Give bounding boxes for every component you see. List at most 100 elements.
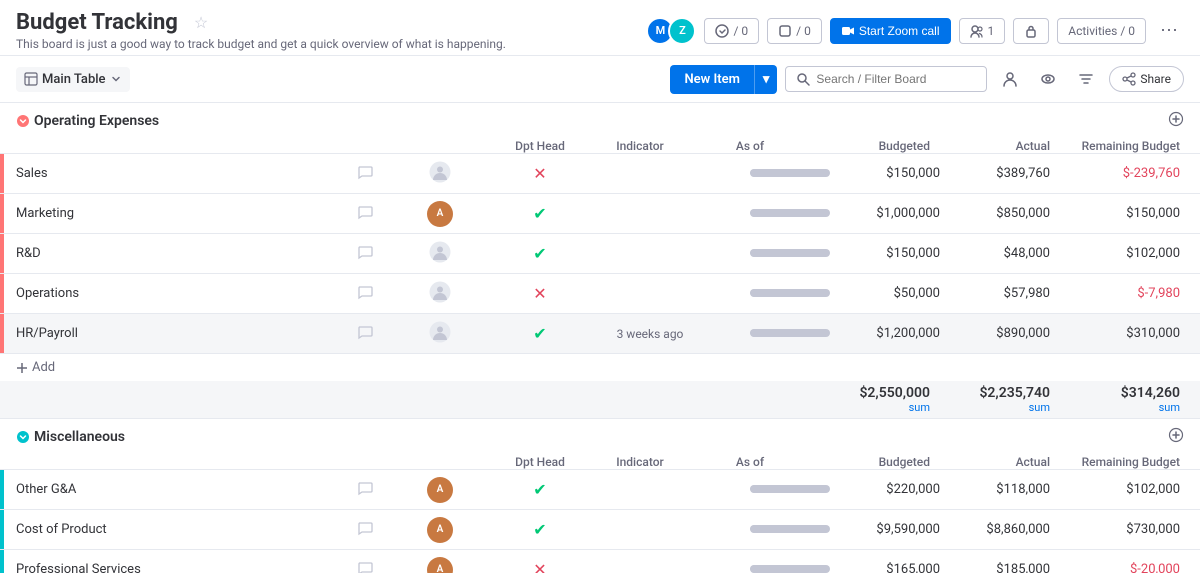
new-item-label: New Item bbox=[670, 65, 753, 94]
row-remaining-marketing: $150,000 bbox=[1070, 206, 1200, 221]
sum-remaining-operating: $314,260 sum bbox=[1070, 385, 1200, 414]
row-budgeted-val-hrpayroll: $1,200,000 bbox=[850, 326, 950, 341]
col-remaining-header-misc: Remaining Budget bbox=[1070, 455, 1200, 469]
add-row-operating[interactable]: Add bbox=[0, 354, 1200, 381]
counter-btn-2[interactable]: / 0 bbox=[767, 18, 822, 44]
zoom-btn-label: Start Zoom call bbox=[859, 24, 940, 38]
table-row: Sales ✕ $150,000 $389,760 $-239,760 bbox=[0, 154, 1200, 194]
counter-btn-1[interactable]: / 0 bbox=[704, 18, 759, 44]
row-indicator-marketing: ✔ bbox=[490, 204, 590, 223]
row-actual-othergna: $118,000 bbox=[950, 482, 1070, 497]
lock-btn[interactable] bbox=[1013, 18, 1049, 44]
col-name-header-misc bbox=[0, 456, 440, 468]
row-budgeted-sales bbox=[710, 166, 850, 181]
row-comment-marketing[interactable] bbox=[340, 204, 390, 224]
row-asof-hrpayroll: 3 weeks ago bbox=[590, 327, 710, 341]
row-budgeted-operations bbox=[710, 286, 850, 301]
page-description: This board is just a good way to track b… bbox=[16, 37, 646, 51]
table-row: Other G&A A ✔ $220,000 $118,000 $102,000 bbox=[0, 470, 1200, 510]
activities-label: Activities / 0 bbox=[1068, 24, 1135, 38]
row-budgeted-val-marketing: $1,000,000 bbox=[850, 206, 950, 221]
col-actual-header-misc: Actual bbox=[950, 455, 1070, 469]
row-remaining-othergna: $102,000 bbox=[1070, 482, 1200, 497]
col-remaining-header: Remaining Budget bbox=[1070, 139, 1200, 153]
view-options-btn[interactable] bbox=[1033, 64, 1063, 94]
row-comment-hrpayroll[interactable] bbox=[340, 324, 390, 344]
avatar-group: M Z bbox=[646, 17, 696, 45]
row-budgeted-profservices bbox=[710, 562, 850, 573]
row-comment-costofproduct[interactable] bbox=[340, 520, 390, 540]
counter-icon-2 bbox=[778, 24, 792, 38]
row-indicator-profservices: ✕ bbox=[490, 560, 590, 573]
table-row: Cost of Product A ✔ $9,590,000 $8,860,00… bbox=[0, 510, 1200, 550]
favorite-icon[interactable]: ☆ bbox=[194, 13, 208, 32]
col-headers-misc: Dpt Head Indicator As of Budgeted Actual… bbox=[0, 455, 1200, 470]
members-icon bbox=[970, 24, 984, 38]
zoom-call-button[interactable]: Start Zoom call bbox=[830, 18, 951, 44]
add-row-label: Add bbox=[32, 360, 55, 375]
group-header-operating[interactable]: Operating Expenses bbox=[0, 103, 1200, 139]
row-comment-rd[interactable] bbox=[340, 244, 390, 264]
col-headers-operating: Dpt Head Indicator As of Budgeted Actual… bbox=[0, 139, 1200, 154]
share-label: Share bbox=[1140, 72, 1171, 86]
new-item-button[interactable]: New Item ▾ bbox=[670, 65, 777, 94]
row-name-hrpayroll: HR/Payroll bbox=[4, 318, 340, 349]
search-box[interactable] bbox=[785, 66, 987, 92]
user-avatar-2: Z bbox=[668, 17, 696, 45]
row-budgeted-othergna bbox=[710, 482, 850, 497]
row-name-marketing: Marketing bbox=[4, 198, 340, 229]
person-filter-btn[interactable] bbox=[995, 64, 1025, 94]
row-budgeted-costofproduct bbox=[710, 522, 850, 537]
search-icon bbox=[796, 72, 810, 86]
row-actual-rd: $48,000 bbox=[950, 246, 1070, 261]
more-options-btn[interactable]: ⋯ bbox=[1154, 16, 1184, 46]
col-budgeted-header: Budgeted bbox=[810, 139, 950, 153]
row-dpthead-marketing: A bbox=[390, 201, 490, 227]
row-budgeted-val-othergna: $220,000 bbox=[850, 482, 950, 497]
row-remaining-operations: $-7,980 bbox=[1070, 286, 1200, 301]
row-comment-othergna[interactable] bbox=[340, 480, 390, 500]
row-name-costofproduct: Cost of Product bbox=[4, 514, 340, 545]
row-budgeted-marketing bbox=[710, 206, 850, 221]
col-actual-header: Actual bbox=[950, 139, 1070, 153]
group-add-icon-misc[interactable] bbox=[1168, 427, 1184, 447]
row-actual-sales: $389,760 bbox=[950, 166, 1070, 181]
row-comment-operations[interactable] bbox=[340, 284, 390, 304]
table-selector[interactable]: Main Table bbox=[16, 67, 130, 92]
table-row: Marketing A ✔ $1,000,000 $850,000 $150,0… bbox=[0, 194, 1200, 234]
share-button[interactable]: Share bbox=[1109, 66, 1184, 92]
table-wrapper: Operating Expenses Dpt Head Indicator As… bbox=[0, 103, 1200, 573]
group-add-icon-operating[interactable] bbox=[1168, 111, 1184, 131]
lock-icon bbox=[1024, 24, 1038, 38]
group-name-operating: Operating Expenses bbox=[34, 113, 159, 129]
members-btn[interactable]: 1 bbox=[959, 18, 1006, 44]
row-budgeted-rd bbox=[710, 246, 850, 261]
row-remaining-hrpayroll: $310,000 bbox=[1070, 326, 1200, 341]
col-name-header bbox=[0, 140, 440, 152]
sum-budgeted-operating: $2,550,000 sum bbox=[810, 385, 950, 414]
group-miscellaneous: Miscellaneous Dpt Head Indicator As of B… bbox=[0, 419, 1200, 573]
new-item-dropdown-arrow[interactable]: ▾ bbox=[754, 65, 778, 94]
row-remaining-sales: $-239,760 bbox=[1070, 166, 1200, 181]
toolbar: Main Table New Item ▾ Share bbox=[0, 56, 1200, 103]
col-budgeted-header-misc: Budgeted bbox=[810, 455, 950, 469]
row-dpthead-hrpayroll bbox=[390, 321, 490, 347]
toolbar-left: Main Table bbox=[16, 67, 130, 92]
row-comment-sales[interactable] bbox=[340, 164, 390, 184]
person-icon bbox=[1002, 71, 1018, 87]
row-dpthead-othergna: A bbox=[390, 477, 490, 503]
search-input[interactable] bbox=[816, 72, 976, 86]
row-dpthead-operations bbox=[390, 281, 490, 307]
filter-btn[interactable] bbox=[1071, 64, 1101, 94]
table-row: Professional Services A ✕ $165,000 $185,… bbox=[0, 550, 1200, 573]
activities-btn[interactable]: Activities / 0 bbox=[1057, 18, 1146, 44]
group-header-misc[interactable]: Miscellaneous bbox=[0, 419, 1200, 455]
eye-icon bbox=[1040, 71, 1056, 87]
row-actual-hrpayroll: $890,000 bbox=[950, 326, 1070, 341]
chevron-down-icon bbox=[110, 73, 122, 85]
table-row: HR/Payroll ✔ 3 weeks ago $1,200,000 $890… bbox=[0, 314, 1200, 354]
row-comment-profservices[interactable] bbox=[340, 560, 390, 574]
row-name-profservices: Professional Services bbox=[4, 554, 340, 573]
row-name-othergna: Other G&A bbox=[4, 474, 340, 505]
group-collapse-misc-icon bbox=[16, 430, 30, 444]
